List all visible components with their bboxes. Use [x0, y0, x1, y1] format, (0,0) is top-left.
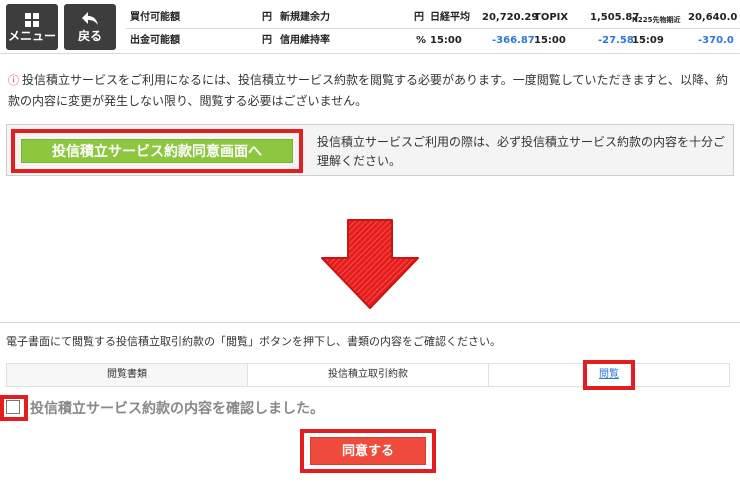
highlight-outline-view-link: [583, 360, 635, 390]
withdraw-unit: 円: [262, 35, 272, 46]
table-header-document-type: 閲覧書類: [107, 369, 147, 380]
market-time-nikkei: 15:00: [430, 35, 462, 46]
instruction-text: 電子書面にて閲覧する投信積立取引約款の「閲覧」ボタンを押下し、書類の内容をご確認…: [6, 335, 501, 348]
agree-box: 投信積立サービス約款同意画面へ 投信積立サービスご利用の際は、必ず投信積立サービ…: [6, 124, 734, 176]
table-cell-document-name: 投信積立取引約款: [247, 364, 489, 386]
market-change-nikkei: -366.87: [492, 35, 535, 46]
bottom-panel: 電子書面にて閲覧する投信積立取引約款の「閲覧」ボタンを押下し、書類の内容をご確認…: [0, 322, 740, 485]
new-margin-label: 新規建余力: [280, 12, 330, 23]
back-label: 戻る: [77, 29, 102, 43]
market-time-n225: 15:09: [632, 35, 664, 46]
market-value-n225: 20,640.0: [688, 12, 738, 23]
grid-icon: [6, 4, 58, 28]
market-change-topix: -27.58: [598, 35, 634, 46]
warning-circle-icon: ⓘ: [8, 74, 19, 87]
new-margin-unit: 円: [414, 12, 424, 23]
market-time-topix: 15:00: [534, 35, 566, 46]
market-name-nikkei: 日経平均: [430, 12, 470, 23]
buy-power-label: 買付可能額: [130, 12, 180, 23]
back-button[interactable]: 戻る: [64, 4, 116, 50]
down-arrow-icon: [321, 219, 419, 309]
header-divider: [126, 28, 740, 29]
highlight-outline-agree-button: 投信積立サービス約款同意画面へ: [11, 129, 303, 173]
market-change-n225: -370.0: [698, 35, 734, 46]
back-arrow-icon: [64, 4, 116, 28]
header-bar: メニュー 戻る 買付可能額 円 新規建余力 円 出金可能額 円 信用維持率 % …: [0, 0, 740, 54]
confirm-checkbox[interactable]: [6, 400, 20, 414]
withdraw-label: 出金可能額: [130, 35, 180, 46]
agree-screen-button[interactable]: 投信積立サービス約款同意画面へ: [21, 139, 293, 163]
menu-button[interactable]: メニュー: [6, 4, 58, 50]
market-value-nikkei: 20,720.29: [482, 12, 539, 23]
market-name-n225: N225先物期近: [632, 16, 681, 24]
margin-ratio-label: 信用維持率: [280, 35, 330, 46]
confirm-checkbox-label[interactable]: 投信積立サービス約款の内容を確認しました。: [30, 398, 324, 418]
top-panel: メニュー 戻る 買付可能額 円 新規建余力 円 出金可能額 円 信用維持率 % …: [0, 0, 740, 210]
notice-text-block: ⓘ 投信積立サービスをご利用になるには、投信積立サービス約款を閲覧する必要がありま…: [8, 70, 732, 111]
menu-label: メニュー: [7, 29, 56, 43]
market-name-topix: TOPIX: [534, 12, 569, 23]
agree-submit-button[interactable]: 同意する: [310, 437, 426, 465]
buy-power-unit: 円: [262, 12, 272, 23]
margin-ratio-unit: %: [416, 35, 427, 46]
agree-description: 投信積立サービスご利用の際は、必ず投信積立サービス約款の内容を十分ご理解ください…: [317, 135, 726, 168]
notice-text: 投信積立サービスをご利用になるには、投信積立サービス約款を閲覧する必要があります…: [8, 73, 728, 108]
